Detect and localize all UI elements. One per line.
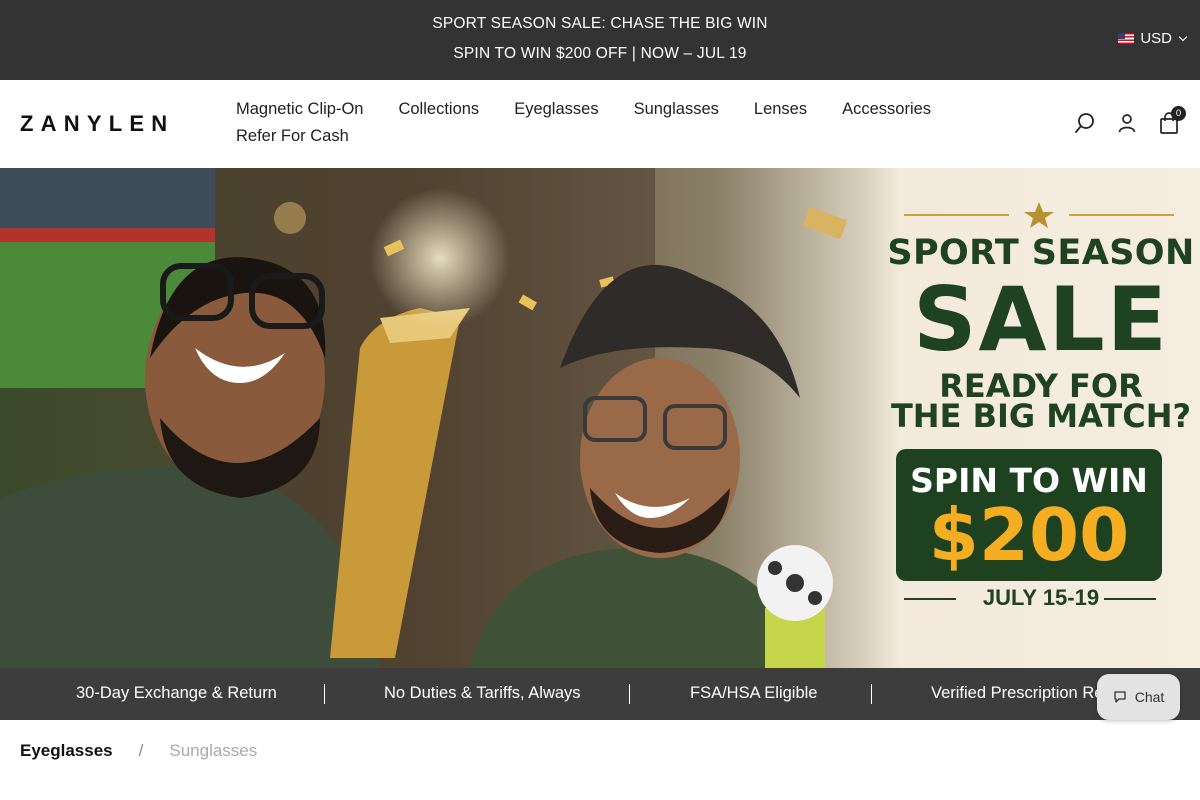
search-icon[interactable]	[1074, 112, 1096, 134]
benefit-exchange-return: 30-Day Exchange & Return	[76, 684, 277, 702]
nav-item-lenses[interactable]: Lenses	[754, 100, 807, 119]
promo-headline-sale: SALE	[913, 268, 1169, 371]
announcement-bar: SPORT SEASON SALE: CHASE THE BIG WIN SPI…	[0, 0, 1200, 80]
main-nav: Magnetic Clip-On Collections Eyeglasses …	[236, 100, 936, 146]
brand-logo[interactable]: ZANYLEN	[20, 111, 174, 137]
nav-item-eyeglasses[interactable]: Eyeglasses	[514, 100, 598, 119]
benefit-divider	[871, 684, 872, 704]
us-flag-icon	[1118, 33, 1135, 44]
promo-panel: SPORT SEASON SALE READY FOR THE BIG MATC…	[882, 168, 1200, 668]
dates-rule-right	[1104, 598, 1156, 600]
nav-item-refer-for-cash[interactable]: Refer For Cash	[236, 127, 349, 146]
nav-item-accessories[interactable]: Accessories	[842, 100, 931, 119]
benefits-bar: 30-Day Exchange & Return No Duties & Tar…	[0, 668, 1200, 720]
cart-icon[interactable]: 0	[1158, 106, 1186, 134]
category-tabs: Eyeglasses / Sunglasses	[20, 741, 257, 761]
nav-item-magnetic-clip-on[interactable]: Magnetic Clip-On	[236, 100, 363, 119]
chat-label: Chat	[1134, 689, 1165, 705]
chat-button[interactable]: Chat	[1097, 674, 1180, 720]
benefit-divider	[324, 684, 325, 704]
chevron-down-icon	[1178, 32, 1188, 41]
header-icons: 0	[1074, 106, 1186, 134]
spin-amount: $200	[928, 493, 1130, 577]
chat-bubble-icon	[1114, 691, 1126, 703]
tab-separator: /	[138, 741, 144, 760]
currency-selector[interactable]: USD	[1118, 30, 1188, 47]
announcement-line-1-text: SPORT SEASON SALE: CHASE THE BIG WIN	[432, 15, 768, 32]
promo-headline-1: SPORT SEASON	[887, 233, 1195, 273]
promo-headline-4: THE BIG MATCH?	[890, 397, 1192, 435]
announcement-line-1[interactable]: SPORT SEASON SALE: CHASE THE BIG WIN	[0, 15, 1200, 33]
announcement-line-2-text: SPIN TO WIN $200 OFF | NOW – JUL 19	[453, 45, 747, 62]
announcement-line-2[interactable]: SPIN TO WIN $200 OFF | NOW – JUL 19	[0, 45, 1200, 63]
benefit-divider	[629, 684, 630, 704]
benefit-fsa-hsa: FSA/HSA Eligible	[690, 684, 818, 702]
cart-count-badge: 0	[1171, 106, 1186, 121]
site-header: ZANYLEN Magnetic Clip-On Collections Eye…	[0, 80, 1200, 168]
star-divider-icon	[904, 202, 1174, 228]
currency-label: USD	[1140, 30, 1172, 47]
tab-eyeglasses[interactable]: Eyeglasses	[20, 741, 113, 761]
nav-item-collections[interactable]: Collections	[398, 100, 479, 119]
benefit-verified-prescription: Verified Prescription Rec	[931, 684, 1112, 702]
nav-item-sunglasses[interactable]: Sunglasses	[634, 100, 719, 119]
tab-sunglasses[interactable]: Sunglasses	[169, 741, 257, 761]
benefit-no-duties: No Duties & Tariffs, Always	[384, 684, 581, 702]
spin-to-win-box: SPIN TO WIN $200	[896, 449, 1162, 581]
account-icon[interactable]	[1116, 112, 1138, 134]
hero-banner[interactable]: SPORT SEASON SALE READY FOR THE BIG MATC…	[0, 168, 1200, 668]
